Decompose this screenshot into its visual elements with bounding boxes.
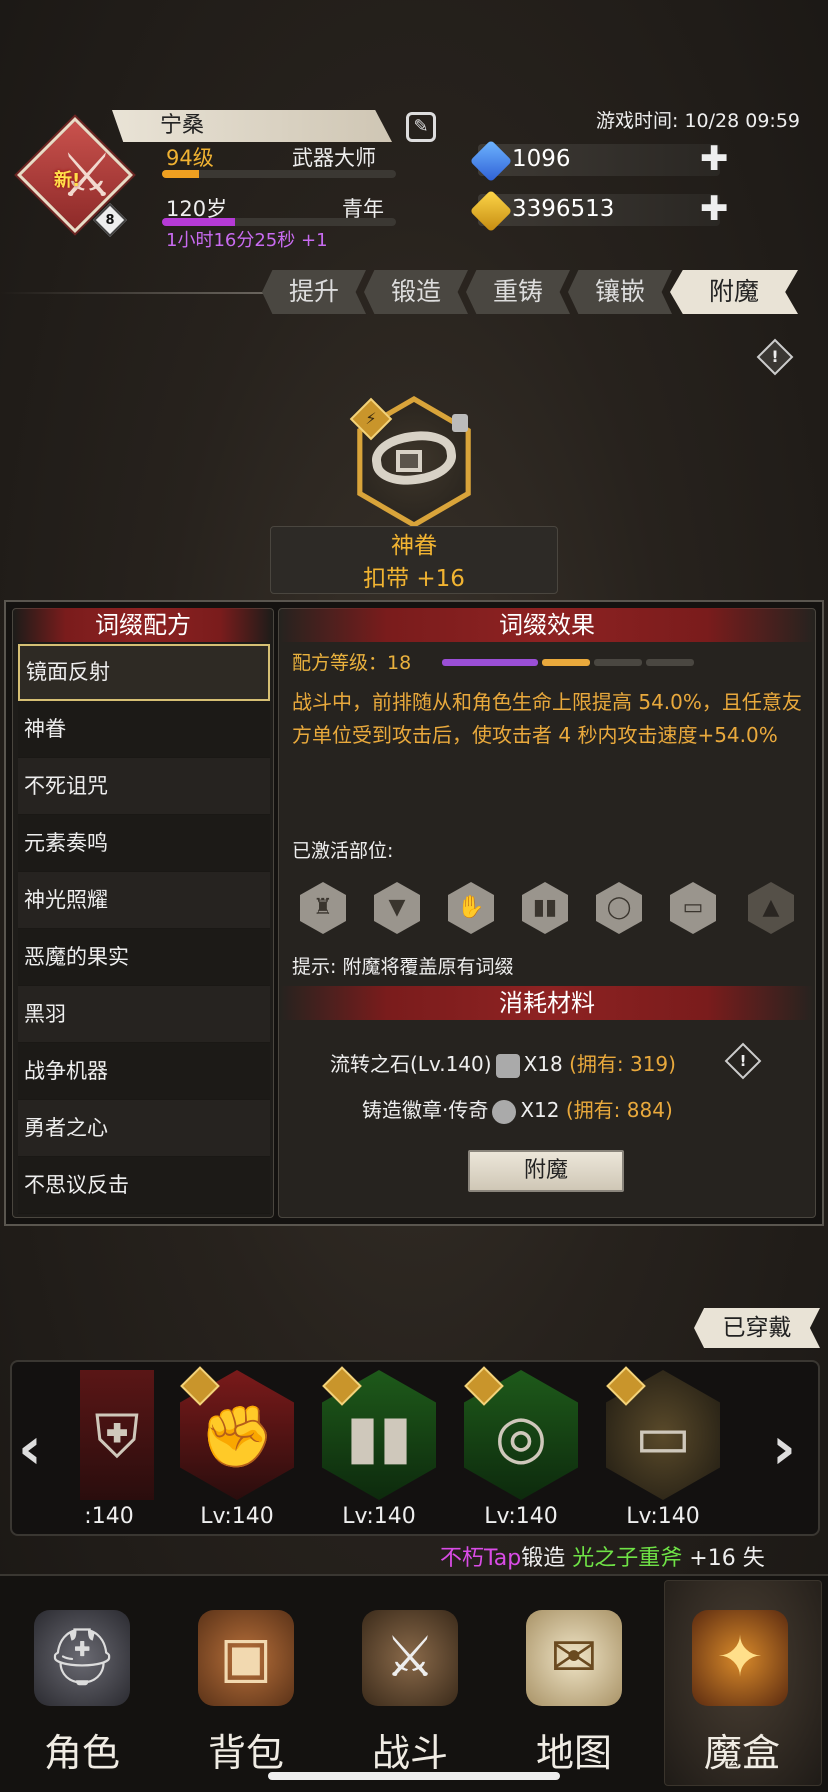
recipe-item[interactable]: 战争机器 [18,1043,270,1100]
buckle-icon [396,450,422,472]
recipe-item[interactable]: 神光照耀 [18,872,270,929]
recipe-item[interactable]: 神眷 [18,701,270,758]
recipe-level-bar-segment [646,659,694,666]
armor-icon: ▼ [388,895,406,920]
stone-icon [495,1053,520,1078]
ticker-action: 锻造 [521,1546,566,1571]
game-time: 游戏时间: 10/28 09:59 [596,110,800,132]
material-name: 流转之石(Lv.140) [330,1052,492,1076]
material-qty: X12 [520,1098,560,1122]
gauntlet-icon: ✊ [199,1402,275,1472]
recipe-header: 词缀配方 [14,608,272,642]
material-name: 铸造徽章·传奇 [362,1098,489,1122]
material-row: 铸造徽章·传奇 X12 (拥有: 884) [362,1094,673,1124]
ring-icon: ◎ [494,1402,548,1472]
equipment-level: Lv:140 [342,1504,416,1529]
add-gold-button[interactable]: ✚ [700,192,729,226]
equipment-level: Lv:140 [484,1504,558,1529]
add-gems-button[interactable]: ✚ [700,142,729,176]
boots-icon: ▮▮ [532,895,558,920]
item-enchant-name: 神眷 [391,533,437,559]
player-level: 94级 [166,146,214,170]
recipe-level: 配方等级：18 [292,652,412,674]
lock-icon[interactable] [452,414,468,432]
edit-name-icon[interactable]: ✎ [406,112,436,142]
material-owned: (拥有: 319) [569,1052,676,1076]
shoulder-icon: ⛨ [94,1402,140,1472]
equipment-level: Lv:140 [626,1504,700,1529]
recipe-level-bar-segment [542,659,590,666]
recipe-level-bar-segment [442,659,538,666]
magic-box-icon: ✦ [692,1610,788,1706]
home-indicator[interactable] [268,1772,560,1780]
age-timer: 1小时16分25秒 +1 [166,230,328,251]
material-qty: X18 [523,1052,563,1076]
ticker-item: 光之子重斧 [572,1546,683,1571]
nav-label: 背包 [207,1731,284,1775]
carousel-left-arrow-icon[interactable]: ‹ [18,1418,42,1478]
item-name: 扣带 +16 [363,566,465,592]
badge-icon [492,1099,517,1124]
recipe-list: 镜面反射 神眷 不死诅咒 元素奏鸣 神光照耀 恶魔的果实 黑羽 战争机器 勇者之… [18,644,270,1214]
belt-icon: ▭ [682,895,704,920]
effect-header: 词缀效果 [280,608,814,642]
tab-enchant[interactable]: 附魔 [670,270,798,314]
sword-shield-icon: ⚔ [362,1610,458,1706]
recipe-item[interactable]: 恶魔的果实 [18,929,270,986]
age-progress-bar [162,218,396,226]
belt-icon: ▭ [634,1402,692,1472]
tab-forge[interactable]: 锻造 [364,270,468,314]
boots-icon: ▮▮ [345,1402,413,1472]
scroll-map-icon: ✉ [526,1610,622,1706]
recipe-item[interactable]: 勇者之心 [18,1100,270,1157]
recipe-level-bar-segment [594,659,642,666]
tab-divider [0,292,265,294]
tab-upgrade[interactable]: 提升 [262,270,366,314]
gem-value: 1096 [512,146,571,172]
recipe-item[interactable]: 不思议反击 [18,1157,270,1214]
tab-inlay[interactable]: 镶嵌 [568,270,672,314]
nav-label: 地图 [535,1731,612,1775]
gold-value: 3396513 [512,196,615,222]
nav-label: 魔盒 [703,1731,780,1775]
recipe-item[interactable]: 黑羽 [18,986,270,1043]
equipped-tag[interactable]: 已穿戴 [694,1308,820,1348]
glove-icon: ✋ [457,895,485,920]
enchant-button[interactable]: 附魔 [468,1150,624,1192]
carousel-right-arrow-icon[interactable]: › [772,1418,796,1478]
recipe-item[interactable]: 镜面反射 [18,644,270,701]
info-icon-mark: ! [771,347,779,366]
recipe-item[interactable]: 不死诅咒 [18,758,270,815]
nav-label: 角色 [43,1731,120,1775]
material-info-mark: ! [739,1052,747,1070]
player-name: 宁桑 [112,110,392,142]
lightning-icon: ⚡ [365,409,377,428]
equipment-level: Lv:140 [200,1504,274,1529]
broadcast-ticker: 不朽Tap锻造 光之子重斧 +16 失 [440,1540,765,1572]
effect-description: 战斗中，前排随从和角色生命上限提高 54.0%，且任意友方单位受到攻击后，使攻击… [292,690,802,747]
ring-icon: ◯ [606,895,632,920]
nav-label: 战斗 [371,1731,448,1775]
material-owned: (拥有: 884) [565,1098,673,1122]
helmet-icon: ♜ [313,895,333,920]
enchant-hint: 提示: 附魔将覆盖原有词缀 [292,956,514,978]
materials-header: 消耗材料 [280,986,814,1020]
ticker-suffix: +16 失 [689,1546,765,1571]
tab-reforge[interactable]: 重铸 [466,270,570,314]
recipe-item[interactable]: 元素奏鸣 [18,815,270,872]
level-progress-bar [162,170,396,178]
cloak-icon: ▲ [762,895,780,920]
ticker-player: 不朽Tap [440,1546,522,1571]
activated-label: 已激活部位: [292,840,394,862]
backpack-icon: ▣ [198,1610,294,1706]
helmet-icon: ⛑ [34,1610,130,1706]
equipment-level: :140 [84,1504,134,1529]
player-class: 武器大师 [292,146,376,170]
avatar-level-number: 8 [105,213,115,228]
material-row: 流转之石(Lv.140) X18 (拥有: 319) [330,1048,676,1078]
new-badge: 新! [54,170,81,191]
